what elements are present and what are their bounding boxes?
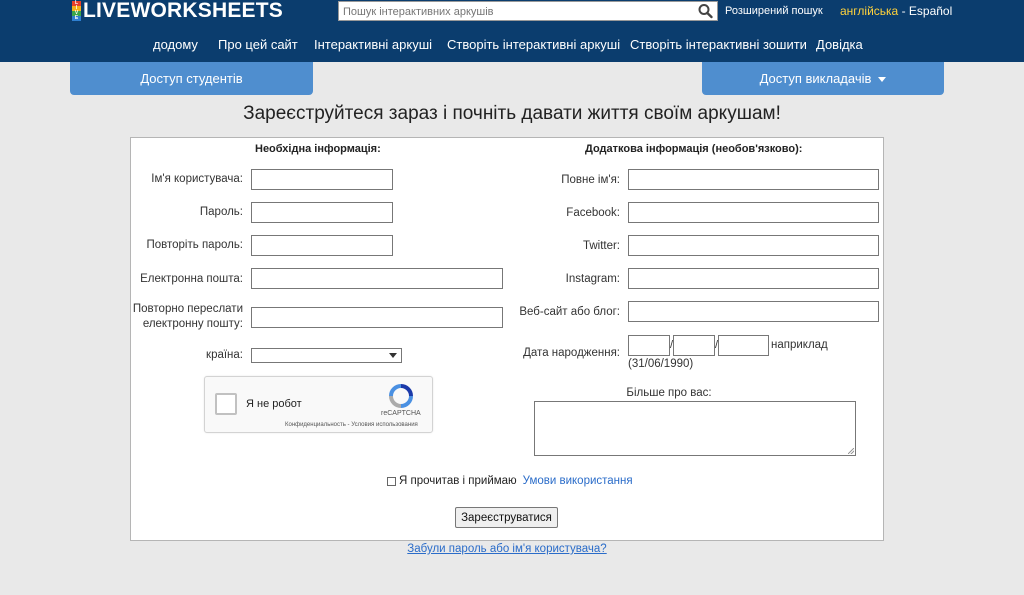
- birthdate-day-input[interactable]: [628, 335, 670, 356]
- recaptcha-links[interactable]: Конфиденциальность - Условия использован…: [285, 422, 418, 428]
- instagram-input[interactable]: [628, 268, 879, 289]
- terms-link[interactable]: Умови використання: [523, 475, 633, 487]
- facebook-input[interactable]: [628, 202, 879, 223]
- email-repeat-label-line2: електронну пошту:: [142, 318, 243, 330]
- registration-form: Необхідна інформація: Ім'я користувача: …: [130, 137, 884, 541]
- logo-letter: E: [72, 16, 81, 21]
- nav-item-about[interactable]: Про цей сайт: [218, 37, 298, 52]
- about-label: Більше про вас:: [626, 387, 712, 399]
- nav-item-help[interactable]: Довідка: [816, 37, 863, 52]
- teachers-access-label: Доступ викладачів: [759, 71, 872, 86]
- username-input[interactable]: [251, 169, 393, 190]
- optional-section-title: Додаткова інформація (необов'язково):: [585, 143, 803, 155]
- website-input[interactable]: [628, 301, 879, 322]
- email-input[interactable]: [251, 268, 503, 289]
- full-name-label: Повне ім'я:: [561, 174, 620, 186]
- email-repeat-input[interactable]: [251, 307, 503, 328]
- password-label: Пароль:: [199, 206, 243, 218]
- chevron-down-icon: [389, 353, 397, 358]
- nav-item-home[interactable]: додому: [153, 37, 198, 52]
- facebook-label: Facebook:: [566, 207, 620, 219]
- advanced-search-link[interactable]: Розширений пошук: [725, 5, 823, 17]
- birthdate-month-input[interactable]: [673, 335, 715, 356]
- recaptcha-brand: reCAPTCHA: [381, 410, 421, 417]
- search-input[interactable]: [339, 3, 697, 21]
- email-label: Електронна пошта:: [140, 273, 243, 285]
- students-access-button[interactable]: Доступ студентів: [70, 62, 313, 95]
- page-headline: Зареєструйтеся зараз і почніть давати жи…: [243, 103, 781, 124]
- recaptcha-label: Я не робот: [246, 398, 302, 410]
- full-name-input[interactable]: [628, 169, 879, 190]
- repeat-password-input[interactable]: [251, 235, 393, 256]
- birthdate-example-label: наприклад: [771, 339, 828, 351]
- resize-grip-icon[interactable]: [848, 448, 854, 454]
- site-logo[interactable]: L I V E LIVEWORKSHEETS: [72, 0, 283, 22]
- birthdate-label: Дата народження:: [523, 347, 620, 359]
- students-access-label: Доступ студентів: [140, 71, 243, 86]
- birthdate-year-input[interactable]: [718, 335, 769, 356]
- instagram-label: Instagram:: [565, 273, 620, 285]
- recaptcha-checkbox[interactable]: [215, 393, 237, 415]
- repeat-password-label: Повторіть пароль:: [146, 239, 243, 251]
- register-button[interactable]: Зареєструватися: [455, 507, 558, 528]
- about-textarea[interactable]: [534, 401, 856, 456]
- twitter-input[interactable]: [628, 235, 879, 256]
- birthdate-example-value: (31/06/1990): [628, 358, 694, 370]
- nav-item-create-workbooks[interactable]: Створіть інтерактивні зошити: [630, 37, 807, 52]
- terms-row: Я прочитав і приймаю Умови використання: [387, 475, 633, 487]
- language-switcher: англійська - Español: [840, 4, 952, 18]
- logo-blocks: L I V E: [72, 1, 81, 21]
- nav-item-create-worksheets[interactable]: Створіть інтерактивні аркуші: [447, 37, 620, 52]
- forgot-password-link[interactable]: Забули пароль або ім'я користувача?: [0, 543, 1014, 555]
- email-repeat-label: Повторно переслати електронну пошту:: [131, 302, 243, 332]
- terms-text: Я прочитав і приймаю: [399, 475, 517, 487]
- nav-item-worksheets[interactable]: Інтерактивні аркуші: [314, 37, 432, 52]
- language-current[interactable]: англійська: [840, 4, 898, 18]
- country-label: країна:: [206, 349, 243, 361]
- recaptcha-widget: Я не робот reCAPTCHA Конфиденциальность …: [204, 376, 433, 433]
- country-select[interactable]: [251, 348, 402, 363]
- logo-text: LIVEWORKSHEETS: [83, 0, 283, 22]
- language-separator: -: [898, 4, 909, 18]
- main-nav: додому Про цей сайт Інтерактивні аркуші …: [0, 37, 1024, 55]
- search-box: [338, 1, 718, 21]
- teachers-access-button[interactable]: Доступ викладачів: [702, 62, 944, 95]
- caret-down-icon: [878, 77, 887, 82]
- required-section-title: Необхідна інформація:: [255, 143, 381, 155]
- terms-checkbox[interactable]: [387, 476, 396, 486]
- search-icon[interactable]: [697, 3, 715, 19]
- language-alt-link[interactable]: Español: [909, 4, 952, 18]
- twitter-label: Twitter:: [582, 240, 620, 252]
- top-bar: L I V E LIVEWORKSHEETS Розширений пошук …: [0, 0, 1024, 62]
- email-repeat-label-line1: Повторно переслати: [132, 303, 243, 315]
- recaptcha-logo-icon: [389, 384, 413, 408]
- website-label: Веб-сайт або блог:: [519, 306, 620, 318]
- username-label: Ім'я користувача:: [151, 173, 243, 185]
- password-input[interactable]: [251, 202, 393, 223]
